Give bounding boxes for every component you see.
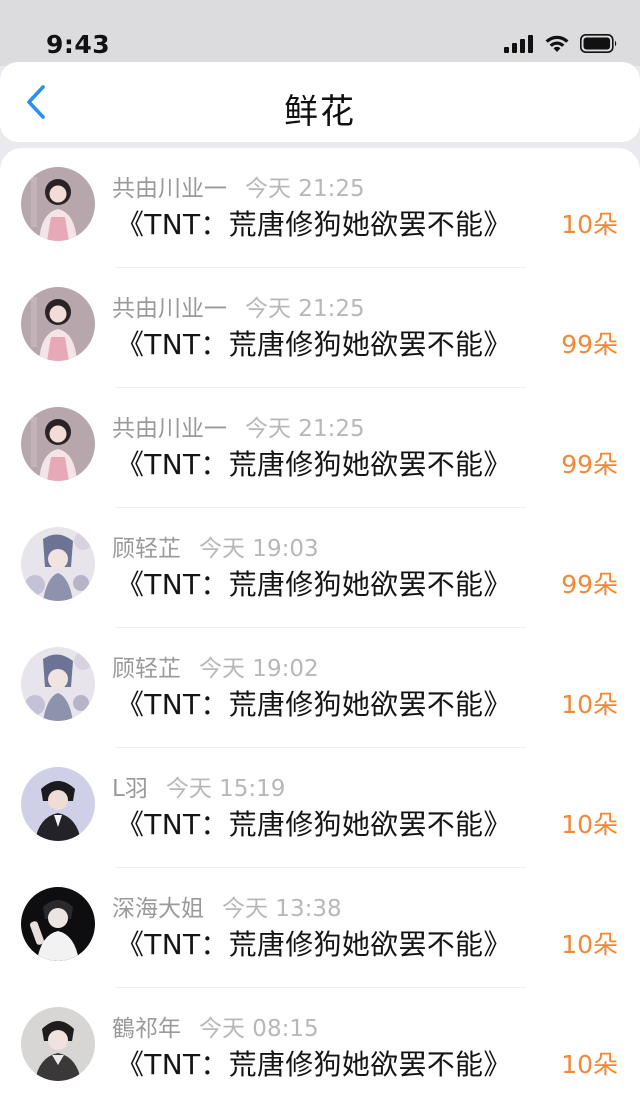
gift-time: 今天 19:02	[199, 656, 319, 682]
sender-meta: 鶴祁年 今天 08:15	[112, 1009, 319, 1043]
avatar[interactable]	[21, 407, 95, 481]
flower-count: 99朵	[561, 570, 618, 599]
navigation-bar: 鲜花	[0, 62, 640, 142]
gift-time: 今天 19:03	[199, 536, 319, 562]
avatar[interactable]	[21, 527, 95, 601]
sender-name: L羽	[112, 776, 148, 802]
list-item[interactable]: 深海大姐 今天 13:38 《TNT：荒唐修狗她欲罢不能》 10朵	[0, 868, 640, 988]
avatar[interactable]	[21, 767, 95, 841]
sender-meta: 共由川业一 今天 21:25	[112, 169, 365, 203]
gift-time: 今天 21:25	[245, 176, 365, 202]
gift-time: 今天 08:15	[199, 1016, 319, 1042]
flower-gift-list: 共由川业一 今天 21:25 《TNT：荒唐修狗她欲罢不能》 10朵 共由川业一今…	[0, 148, 640, 1118]
list-item[interactable]: 顾轻芷 今天 19:03 《TNT：荒唐修狗她欲罢不能》 99朵	[0, 508, 640, 628]
sender-meta: 深海大姐 今天 13:38	[112, 889, 342, 923]
list-item[interactable]: 共由川业一 今天 21:25 《TNT：荒唐修狗她欲罢不能》 99朵	[0, 268, 640, 388]
avatar[interactable]	[21, 1007, 95, 1081]
page-title: 鲜花	[284, 92, 356, 132]
gift-time: 今天 15:19	[165, 776, 286, 802]
sender-name: 深海大姐	[112, 896, 204, 922]
sender-name: 共由川业一	[112, 416, 227, 442]
flower-count: 99朵	[561, 330, 618, 359]
status-time: 9:43	[46, 30, 111, 59]
book-title: 《TNT：荒唐修狗她欲罢不能》	[116, 208, 512, 241]
avatar[interactable]	[21, 887, 95, 961]
book-title: 《TNT：荒唐修狗她欲罢不能》	[116, 328, 512, 361]
wifi-icon	[544, 34, 570, 57]
sender-meta: 共由川业一 今天 21:25	[112, 289, 365, 323]
list-item[interactable]: L羽 今天 15:19 《TNT：荒唐修狗她欲罢不能》 10朵	[0, 748, 640, 868]
cellular-signal-icon	[504, 34, 534, 57]
avatar[interactable]	[21, 287, 95, 361]
sender-name: 共由川业一	[112, 296, 227, 322]
sender-meta: 顾轻芷 今天 19:03	[112, 529, 319, 563]
gift-time: 今天 21:25	[245, 296, 365, 322]
sender-meta: 共由川业一 今天 21:25	[112, 409, 365, 443]
flower-count: 10朵	[561, 210, 618, 239]
book-title: 《TNT：荒唐修狗她欲罢不能》	[116, 928, 512, 961]
sender-meta: L羽 今天 15:19	[112, 769, 285, 803]
list-item[interactable]: 鶴祁年 今天 08:15 《TNT：荒唐修狗她欲罢不能》 10朵	[0, 988, 640, 1108]
list-item[interactable]: 共由川业一 今天 21:25 《TNT：荒唐修狗她欲罢不能》 99朵	[0, 388, 640, 508]
book-title: 《TNT：荒唐修狗她欲罢不能》	[116, 1048, 512, 1081]
battery-icon	[580, 34, 618, 57]
flower-count: 10朵	[561, 930, 618, 959]
list-item[interactable]: 顾轻芷 今天 19:02 《TNT：荒唐修狗她欲罢不能》 10朵	[0, 628, 640, 748]
sender-meta: 顾轻芷 今天 19:02	[112, 649, 319, 683]
status-bar: 9:43	[0, 0, 640, 66]
book-title: 《TNT：荒唐修狗她欲罢不能》	[116, 568, 512, 601]
flower-count: 10朵	[561, 810, 618, 839]
list-item[interactable]: 共由川业一 今天 21:25 《TNT：荒唐修狗她欲罢不能》 10朵	[0, 148, 640, 268]
avatar[interactable]	[21, 647, 95, 721]
flower-count: 10朵	[561, 690, 618, 719]
sender-name: 共由川业一	[112, 176, 227, 202]
flower-count: 99朵	[561, 450, 618, 479]
gift-time: 今天 21:25	[245, 416, 365, 442]
sender-name: 顾轻芷	[112, 656, 181, 682]
book-title: 《TNT：荒唐修狗她欲罢不能》	[116, 688, 512, 721]
avatar[interactable]	[21, 167, 95, 241]
status-icons	[504, 34, 618, 57]
flower-count: 10朵	[561, 1050, 618, 1079]
gift-time: 今天 13:38	[222, 896, 342, 922]
book-title: 《TNT：荒唐修狗她欲罢不能》	[116, 448, 512, 481]
sender-name: 鶴祁年	[112, 1016, 181, 1042]
book-title: 《TNT：荒唐修狗她欲罢不能》	[116, 808, 512, 841]
sender-name: 顾轻芷	[112, 536, 181, 562]
